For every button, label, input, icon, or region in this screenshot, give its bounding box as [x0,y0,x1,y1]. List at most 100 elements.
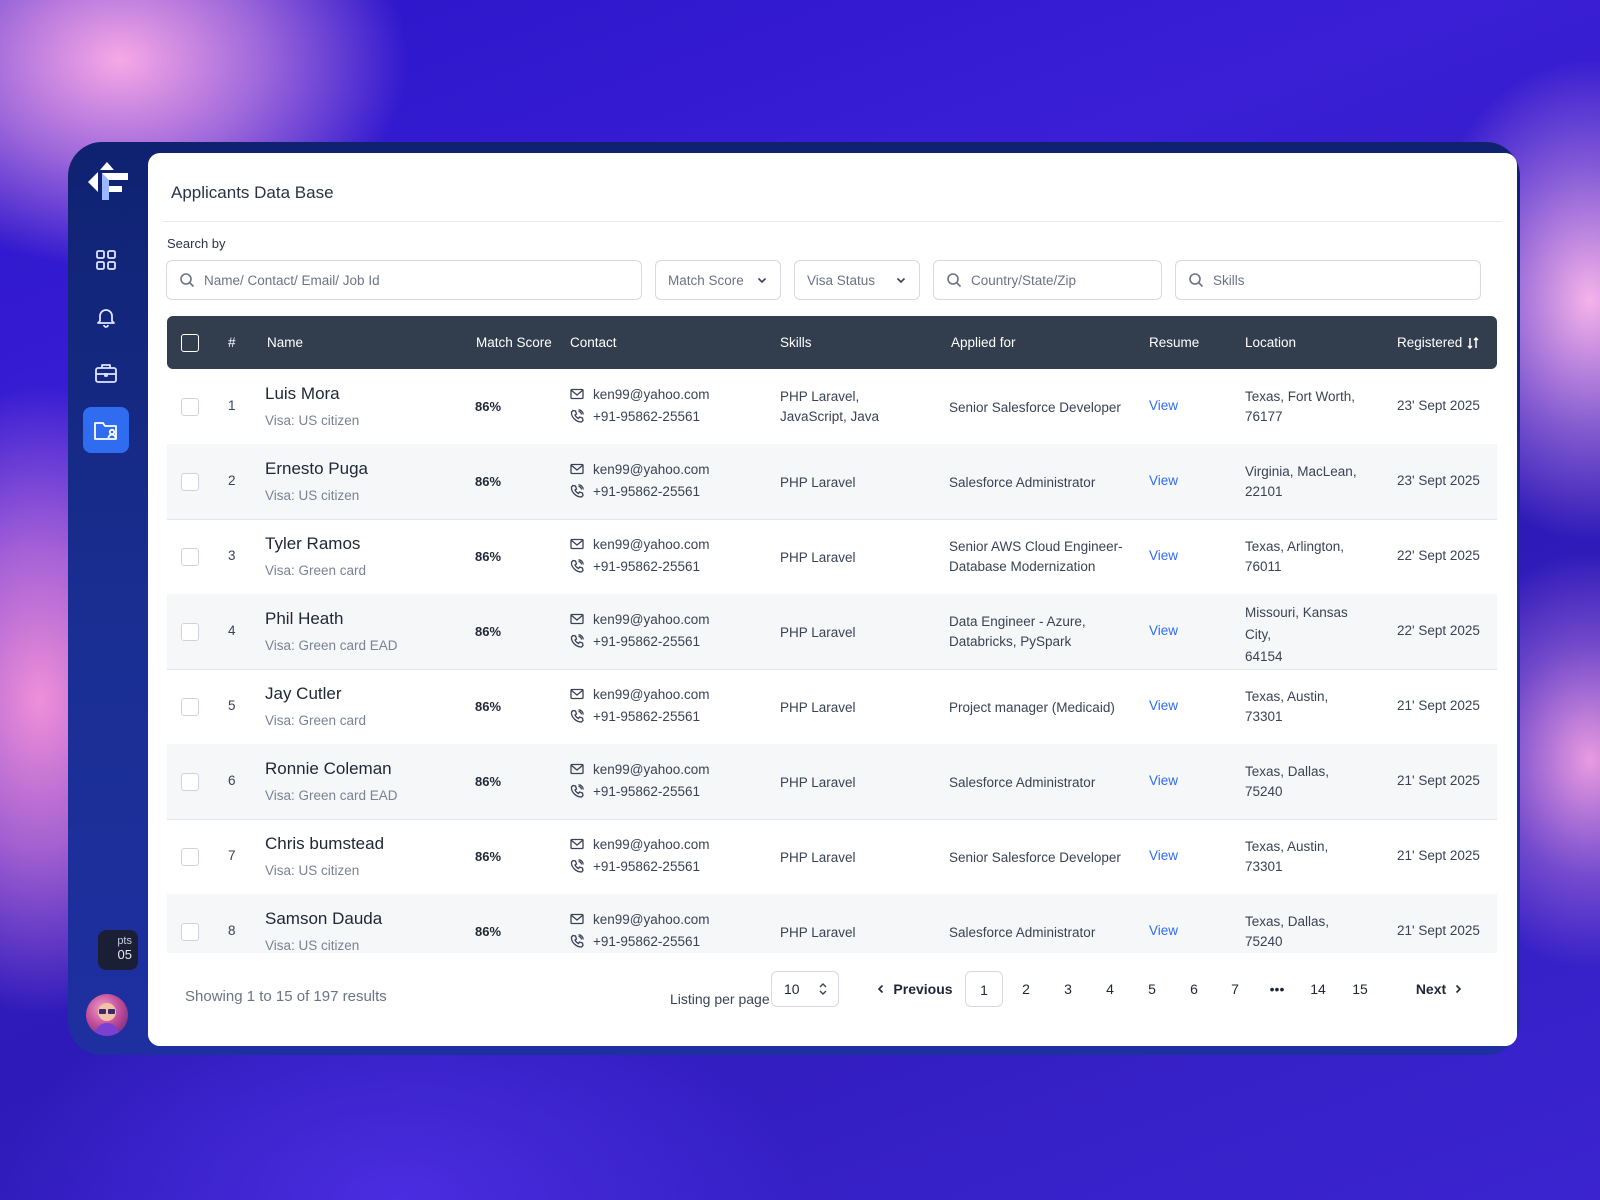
location-placeholder: Country/State/Zip [971,272,1077,288]
contact-email[interactable]: ken99@yahoo.com [570,383,710,405]
page-7-button[interactable]: 7 [1216,971,1254,1007]
row-checkbox[interactable] [181,848,199,866]
page-5-button[interactable]: 5 [1133,971,1171,1007]
row-index: 6 [228,773,236,788]
phone-icon [570,934,584,948]
select-all-checkbox[interactable] [181,334,199,352]
contact-email[interactable]: ken99@yahoo.com [570,833,710,855]
sidebar-item-notifications[interactable] [83,294,129,340]
view-resume-link[interactable]: View [1149,698,1178,713]
page-1-button[interactable]: 1 [965,971,1003,1007]
contact-phone[interactable]: +91-95862-25561 [570,555,710,577]
page-15-button[interactable]: 15 [1341,971,1379,1007]
contact-phone[interactable]: +91-95862-25561 [570,405,710,427]
table-row[interactable]: 2 Ernesto Puga Visa: US citizen 86% ken99@ya… [167,444,1497,520]
match-score: 86% [475,549,502,564]
view-resume-link[interactable]: View [1149,473,1178,488]
applicant-name[interactable]: Jay Cutler [265,684,342,704]
location-search-input[interactable]: Country/State/Zip [933,260,1162,300]
page-2-button[interactable]: 2 [1007,971,1045,1007]
search-input[interactable]: Name/ Contact/ Email/ Job Id [166,260,642,300]
applicant-name[interactable]: Ronnie Coleman [265,759,392,779]
column-header-match-score[interactable]: Match Score [476,316,552,369]
contact-phone[interactable]: +91-95862-25561 [570,705,710,727]
applicant-name[interactable]: Tyler Ramos [265,534,360,554]
phone-icon [570,634,584,648]
location-line: Texas, Arlington, [1245,539,1345,554]
visa-status: Visa: Green card EAD [265,788,398,803]
row-checkbox[interactable] [181,548,199,566]
next-page-button[interactable]: Next [1410,971,1470,1007]
row-checkbox[interactable] [181,698,199,716]
phone-value: +91-95862-25561 [593,408,700,424]
contact-phone[interactable]: +91-95862-25561 [570,930,710,952]
page-3-button[interactable]: 3 [1049,971,1087,1007]
page-6-button[interactable]: 6 [1175,971,1213,1007]
location-line: City, [1245,627,1271,642]
location-line: 75240 [1245,934,1283,949]
row-checkbox[interactable] [181,473,199,491]
sidebar-item-applicants[interactable] [83,407,129,453]
contact-email[interactable]: ken99@yahoo.com [570,458,710,480]
table-row[interactable]: 7 Chris bumstead Visa: US citizen 86% ken99@… [167,819,1497,895]
page-4-button[interactable]: 4 [1091,971,1129,1007]
row-index: 5 [228,698,236,713]
skills-search-input[interactable]: Skills [1175,260,1481,300]
row-checkbox[interactable] [181,773,199,791]
row-checkbox[interactable] [181,923,199,941]
view-resume-link[interactable]: View [1149,848,1178,863]
table-row[interactable]: 6 Ronnie Coleman Visa: Green card EAD 86% ke… [167,744,1497,820]
applicant-name[interactable]: Ernesto Puga [265,459,368,479]
contact-email[interactable]: ken99@yahoo.com [570,758,710,780]
applicant-name[interactable]: Chris bumstead [265,834,384,854]
brand-logo-icon[interactable] [84,160,130,206]
column-header-registered[interactable]: Registered [1397,316,1480,369]
previous-page-button[interactable]: Previous [874,971,954,1007]
page-14-button[interactable]: 14 [1299,971,1337,1007]
applied-for-line: Salesforce Administrator [949,475,1096,490]
contact-email[interactable]: ken99@yahoo.com [570,683,710,705]
applied-for-line: Senior AWS Cloud Engineer- [949,539,1123,554]
location-cell: Texas, Fort Worth, 76177 [1245,387,1355,427]
search-icon [180,273,195,288]
table-row[interactable]: 3 Tyler Ramos Visa: Green card 86% ken99@yah… [167,519,1497,595]
contact-email[interactable]: ken99@yahoo.com [570,908,710,930]
view-resume-link[interactable]: View [1149,773,1178,788]
email-value: ken99@yahoo.com [593,536,710,552]
contact-phone[interactable]: +91-95862-25561 [570,855,710,877]
email-value: ken99@yahoo.com [593,911,710,927]
skills-cell: PHP Laravel [780,548,856,568]
location-line: 76177 [1245,409,1283,424]
table-row[interactable]: 5 Jay Cutler Visa: Green card 86% ken99@yaho… [167,669,1497,745]
view-resume-link[interactable]: View [1149,923,1178,938]
next-page-label: Next [1415,981,1447,997]
table-row[interactable]: 4 Phil Heath Visa: Green card EAD 86% ken99@… [167,594,1497,670]
chevron-up-down-icon[interactable] [818,982,828,996]
match-score-select[interactable]: Match Score [655,260,781,300]
table-row[interactable]: 1 Luis Mora Visa: US citizen 86% ken99@yahoo… [167,369,1497,445]
skills-cell: PHP Laravel [780,698,856,718]
applicant-name[interactable]: Luis Mora [265,384,340,404]
contact-phone[interactable]: +91-95862-25561 [570,630,710,652]
applicant-name[interactable]: Samson Dauda [265,909,382,929]
location-line: 76011 [1245,559,1282,574]
contact-email[interactable]: ken99@yahoo.com [570,608,710,630]
contact-email[interactable]: ken99@yahoo.com [570,533,710,555]
sidebar-item-jobs[interactable] [83,350,129,396]
user-avatar[interactable] [86,994,128,1036]
row-checkbox[interactable] [181,623,199,641]
row-checkbox[interactable] [181,398,199,416]
contact-phone[interactable]: +91-95862-25561 [570,780,710,802]
sidebar-item-dashboard[interactable] [83,237,129,283]
column-header-name[interactable]: Name [267,316,303,369]
phone-value: +91-95862-25561 [593,483,700,499]
view-resume-link[interactable]: View [1149,398,1178,413]
per-page-stepper[interactable]: 10 [771,971,839,1007]
view-resume-link[interactable]: View [1149,548,1178,563]
sort-icon[interactable] [1466,336,1480,350]
contact-phone[interactable]: +91-95862-25561 [570,480,710,502]
visa-status-select[interactable]: Visa Status [794,260,920,300]
view-resume-link[interactable]: View [1149,623,1178,638]
applied-for-cell: Senior AWS Cloud Engineer- Database Moder… [949,537,1123,577]
applicant-name[interactable]: Phil Heath [265,609,343,629]
